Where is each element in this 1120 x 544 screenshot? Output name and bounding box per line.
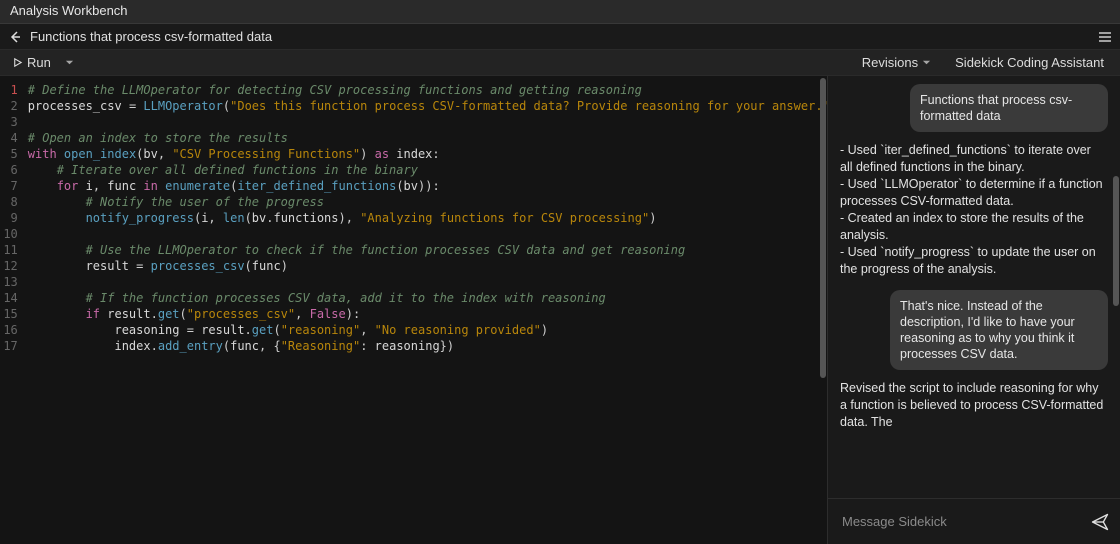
line-number: 7	[0, 178, 18, 194]
chat-user-message: That's nice. Instead of the description,…	[890, 290, 1108, 370]
code-editor[interactable]: 1234567891011121314151617 # Define the L…	[0, 76, 827, 544]
code-line[interactable]: index.add_entry(func, {"Reasoning": reas…	[28, 338, 827, 354]
line-number: 6	[0, 162, 18, 178]
document-title: Functions that process csv-formatted dat…	[30, 29, 1094, 44]
code-line[interactable]	[28, 274, 827, 290]
scrollbar-thumb[interactable]	[820, 78, 826, 378]
title-bar: Analysis Workbench	[0, 0, 1120, 24]
toolbar: Run Revisions Sidekick Coding Assistant	[0, 50, 1120, 76]
menu-button[interactable]	[1094, 26, 1116, 48]
code-line[interactable]: reasoning = result.get("reasoning", "No …	[28, 322, 827, 338]
line-number: 13	[0, 274, 18, 290]
line-number: 14	[0, 290, 18, 306]
code-line[interactable]: # Iterate over all defined functions in …	[28, 162, 827, 178]
top-bar: Functions that process csv-formatted dat…	[0, 24, 1120, 50]
play-icon	[12, 57, 23, 68]
chat-input-row	[828, 498, 1120, 544]
send-button[interactable]	[1090, 512, 1110, 532]
line-number: 10	[0, 226, 18, 242]
main-area: 1234567891011121314151617 # Define the L…	[0, 76, 1120, 544]
line-number: 2	[0, 98, 18, 114]
line-number: 11	[0, 242, 18, 258]
chat-scroll-area[interactable]: Functions that process csv-formatted dat…	[828, 76, 1120, 498]
line-number: 1	[0, 82, 18, 98]
chat-user-message: Functions that process csv-formatted dat…	[910, 84, 1108, 132]
run-label: Run	[27, 55, 51, 70]
code-line[interactable]: notify_progress(i, len(bv.functions), "A…	[28, 210, 827, 226]
code-line[interactable]: # Open an index to store the results	[28, 130, 827, 146]
chevron-down-icon	[922, 58, 931, 67]
line-number: 16	[0, 322, 18, 338]
code-line[interactable]: if result.get("processes_csv", False):	[28, 306, 827, 322]
assistant-panel-title: Sidekick Coding Assistant	[939, 55, 1114, 70]
chat-scrollbar[interactable]	[1112, 76, 1120, 498]
line-number: 8	[0, 194, 18, 210]
code-line[interactable]: with open_index(bv, "CSV Processing Func…	[28, 146, 827, 162]
code-line[interactable]: # Use the LLMOperator to check if the fu…	[28, 242, 827, 258]
assistant-panel: Functions that process csv-formatted dat…	[827, 76, 1120, 544]
line-number: 12	[0, 258, 18, 274]
chat-assistant-message: - Used `iter_defined_functions` to itera…	[840, 142, 1106, 278]
arrow-left-icon	[7, 29, 23, 45]
code-line[interactable]: processes_csv = LLMOperator("Does this f…	[28, 98, 827, 114]
send-icon	[1090, 512, 1110, 532]
code-line[interactable]	[28, 226, 827, 242]
code-line[interactable]	[28, 114, 827, 130]
run-dropdown-icon[interactable]	[65, 58, 74, 67]
run-button[interactable]: Run	[6, 53, 57, 72]
line-number: 3	[0, 114, 18, 130]
code-line[interactable]: # Define the LLMOperator for detecting C…	[28, 82, 827, 98]
code-line[interactable]: for i, func in enumerate(iter_defined_fu…	[28, 178, 827, 194]
app-title: Analysis Workbench	[10, 3, 128, 18]
chat-input[interactable]	[842, 514, 1090, 529]
code-line[interactable]: # If the function processes CSV data, ad…	[28, 290, 827, 306]
line-number: 5	[0, 146, 18, 162]
scrollbar-thumb[interactable]	[1113, 176, 1119, 306]
code-line[interactable]: result = processes_csv(func)	[28, 258, 827, 274]
hamburger-icon	[1098, 30, 1112, 44]
line-number: 15	[0, 306, 18, 322]
back-button[interactable]	[4, 26, 26, 48]
line-number: 4	[0, 130, 18, 146]
code-line[interactable]: # Notify the user of the progress	[28, 194, 827, 210]
revisions-label: Revisions	[862, 55, 918, 70]
line-number: 9	[0, 210, 18, 226]
line-number: 17	[0, 338, 18, 354]
chat-assistant-message: Revised the script to include reasoning …	[840, 380, 1106, 431]
line-number-gutter: 1234567891011121314151617	[0, 76, 22, 544]
code-content[interactable]: # Define the LLMOperator for detecting C…	[22, 76, 827, 544]
editor-scrollbar[interactable]	[819, 76, 827, 544]
revisions-dropdown[interactable]: Revisions	[854, 55, 939, 70]
